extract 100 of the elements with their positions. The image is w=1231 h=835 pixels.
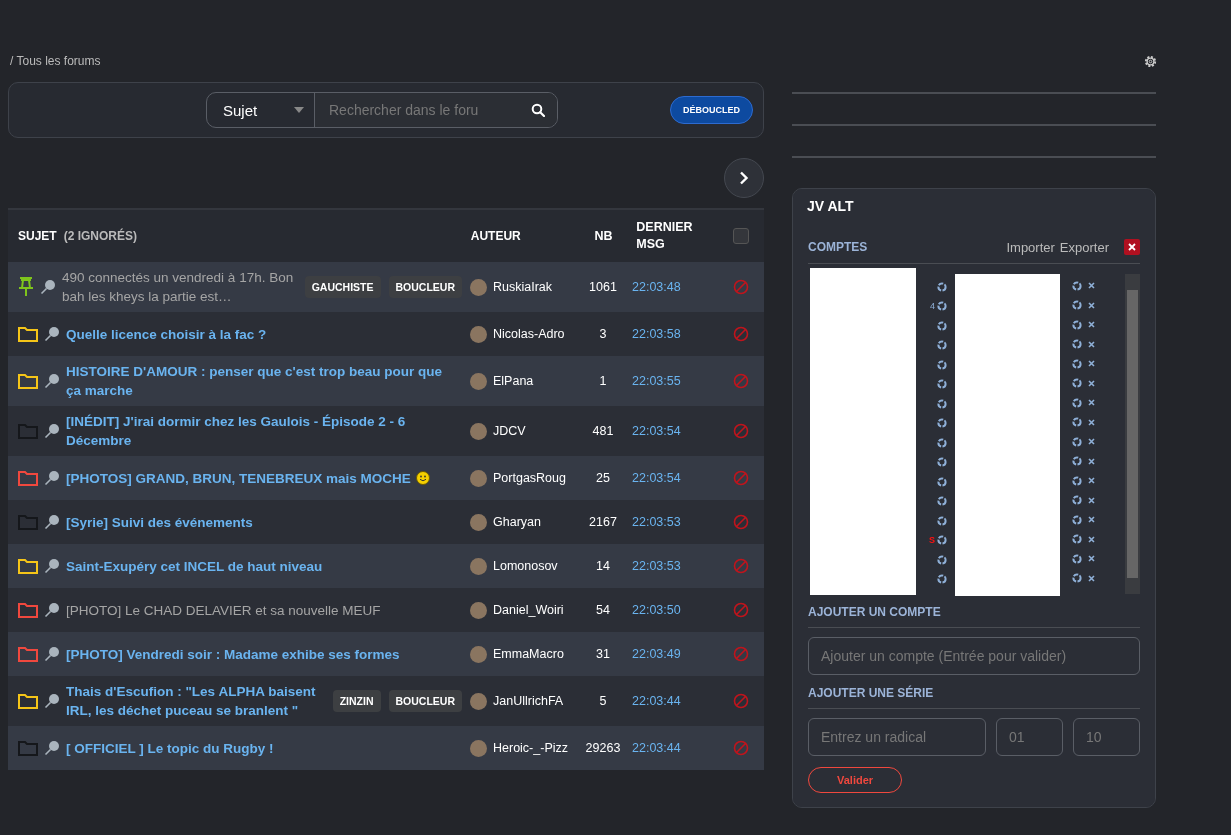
add-account-field[interactable]: Ajouter un compte (Entrée pour valider) bbox=[808, 637, 1140, 675]
refresh-icon[interactable] bbox=[937, 418, 947, 429]
topic-title-link[interactable]: Quelle licence choisir à la fac ? bbox=[66, 324, 267, 344]
last-message-time-link[interactable]: 22:03:55 bbox=[626, 374, 718, 388]
author-link[interactable]: JanUllrichFA bbox=[493, 694, 564, 708]
magnifier-icon[interactable] bbox=[44, 373, 60, 389]
refresh-icon[interactable] bbox=[937, 281, 947, 292]
magnifier-icon[interactable] bbox=[44, 646, 60, 662]
breadcrumb-link[interactable]: / Tous les forums bbox=[10, 54, 101, 68]
remove-icon[interactable] bbox=[1088, 555, 1095, 563]
author-link[interactable]: Heroic-_-Pizz bbox=[493, 741, 568, 755]
remove-icon[interactable] bbox=[1088, 438, 1095, 446]
topic-title-link[interactable]: [INÉDIT] J'irai dormir chez les Gaulois - Épisode 2 - 6 Décembre bbox=[66, 412, 458, 450]
refresh-icon[interactable] bbox=[1072, 514, 1082, 525]
author-link[interactable]: Lomonosov bbox=[493, 559, 558, 573]
topic-title-link[interactable]: [PHOTO] Vendredi soir : Madame exhibe ses formes bbox=[66, 644, 400, 664]
magnifier-icon[interactable] bbox=[44, 558, 60, 574]
remove-icon[interactable] bbox=[1088, 321, 1095, 329]
remove-icon[interactable] bbox=[1088, 516, 1095, 524]
refresh-icon[interactable] bbox=[937, 301, 947, 312]
remove-icon[interactable] bbox=[1088, 301, 1095, 309]
remove-icon[interactable] bbox=[1088, 399, 1095, 407]
magnifier-icon[interactable] bbox=[44, 514, 60, 530]
magnifier-icon[interactable] bbox=[44, 602, 60, 618]
author-link[interactable]: Daniel_Woiri bbox=[493, 603, 564, 617]
last-message-time-link[interactable]: 22:03:44 bbox=[626, 741, 718, 755]
remove-icon[interactable] bbox=[1088, 457, 1095, 465]
magnifier-icon[interactable] bbox=[44, 740, 60, 756]
remove-icon[interactable] bbox=[1088, 282, 1095, 290]
topic-title-link[interactable]: Saint-Exupéry cet INCEL de haut niveau bbox=[66, 556, 323, 576]
author-link[interactable]: RuskiaIrak bbox=[493, 280, 553, 294]
last-message-time-link[interactable]: 22:03:53 bbox=[626, 559, 718, 573]
refresh-icon[interactable] bbox=[937, 574, 947, 585]
scrollbar[interactable] bbox=[1125, 274, 1140, 594]
refresh-icon[interactable] bbox=[937, 496, 947, 507]
topic-title-link[interactable]: 490 connectés un vendredi à 17h. Bon bah les kheys la partie est… bbox=[62, 268, 305, 306]
refresh-icon[interactable] bbox=[1072, 397, 1082, 408]
last-message-time-link[interactable]: 22:03:53 bbox=[626, 515, 718, 529]
magnifier-icon[interactable] bbox=[44, 693, 60, 709]
author-link[interactable]: EmmaMacro bbox=[493, 647, 564, 661]
refresh-icon[interactable] bbox=[937, 554, 947, 565]
refresh-icon[interactable] bbox=[1072, 553, 1082, 564]
author-link[interactable]: PortgasRoug bbox=[493, 471, 566, 485]
refresh-icon[interactable] bbox=[1072, 495, 1082, 506]
topic-title-link[interactable]: [ OFFICIEL ] Le topic du Rugby ! bbox=[66, 738, 274, 758]
remove-icon[interactable] bbox=[1088, 535, 1095, 543]
magnifier-icon[interactable] bbox=[44, 326, 60, 342]
refresh-icon[interactable] bbox=[1072, 534, 1082, 545]
refresh-icon[interactable] bbox=[937, 515, 947, 526]
remove-icon[interactable] bbox=[1088, 379, 1095, 387]
refresh-icon[interactable] bbox=[937, 340, 947, 351]
last-message-time-link[interactable]: 22:03:49 bbox=[626, 647, 718, 661]
topic-title-link[interactable]: [PHOTO] Le CHAD DELAVIER et sa nouvelle MEUF bbox=[66, 600, 381, 620]
refresh-icon[interactable] bbox=[937, 437, 947, 448]
author-link[interactable]: Nicolas-Adro bbox=[493, 327, 565, 341]
refresh-icon[interactable] bbox=[1072, 573, 1082, 584]
remove-icon[interactable] bbox=[1088, 360, 1095, 368]
refresh-icon[interactable] bbox=[937, 457, 947, 468]
topic-title-link[interactable]: HISTOIRE D'AMOUR : penser que c'est trop beau pour que ça marche bbox=[66, 362, 458, 400]
refresh-icon[interactable] bbox=[937, 359, 947, 370]
select-all-checkbox[interactable] bbox=[733, 228, 750, 244]
magnifier-icon[interactable] bbox=[44, 470, 60, 486]
refresh-icon[interactable] bbox=[937, 320, 947, 331]
radical-field[interactable]: Entrez un radical bbox=[808, 718, 986, 756]
topic-title-link[interactable]: [Syrie] Suivi des événements bbox=[66, 512, 253, 532]
magnifier-icon[interactable] bbox=[44, 423, 60, 439]
remove-icon[interactable] bbox=[1088, 477, 1095, 485]
refresh-icon[interactable] bbox=[1072, 475, 1082, 486]
last-message-time-link[interactable]: 22:03:50 bbox=[626, 603, 718, 617]
export-link[interactable]: Exporter bbox=[1059, 239, 1109, 255]
series-start-field[interactable]: 01 bbox=[996, 718, 1063, 756]
refresh-icon[interactable] bbox=[937, 379, 947, 390]
refresh-icon[interactable] bbox=[1072, 378, 1082, 389]
deboucled-button[interactable]: DÉBOUCLED bbox=[670, 96, 753, 124]
settings-icon[interactable] bbox=[1143, 54, 1158, 69]
remove-icon[interactable] bbox=[1088, 418, 1095, 426]
refresh-icon[interactable] bbox=[937, 535, 947, 546]
refresh-icon[interactable] bbox=[1072, 358, 1082, 369]
refresh-icon[interactable] bbox=[937, 476, 947, 487]
remove-icon[interactable] bbox=[1088, 496, 1095, 504]
author-link[interactable]: Gharyan bbox=[493, 515, 541, 529]
scrollbar-thumb[interactable] bbox=[1127, 290, 1138, 578]
last-message-time-link[interactable]: 22:03:48 bbox=[626, 280, 718, 294]
last-message-time-link[interactable]: 22:03:54 bbox=[626, 471, 718, 485]
author-link[interactable]: ElPana bbox=[493, 374, 534, 388]
magnifier-icon[interactable] bbox=[40, 279, 56, 295]
refresh-icon[interactable] bbox=[937, 398, 947, 409]
topic-title-link[interactable]: [PHOTOS] GRAND, BRUN, TENEBREUX mais MOCHE bbox=[66, 468, 430, 488]
refresh-icon[interactable] bbox=[1072, 280, 1082, 291]
import-link[interactable]: Importer bbox=[1006, 239, 1055, 255]
author-link[interactable]: JDCV bbox=[493, 424, 526, 438]
remove-icon[interactable] bbox=[1088, 340, 1095, 348]
refresh-icon[interactable] bbox=[1072, 300, 1082, 311]
refresh-icon[interactable] bbox=[1072, 456, 1082, 467]
next-page-button[interactable] bbox=[724, 158, 764, 198]
refresh-icon[interactable] bbox=[1072, 417, 1082, 428]
last-message-time-link[interactable]: 22:03:58 bbox=[626, 327, 718, 341]
topic-title-link[interactable]: Thais d'Escufion : "Les ALPHA baisent IRL, les déchet puceau se branlent " bbox=[66, 682, 328, 720]
refresh-icon[interactable] bbox=[1072, 339, 1082, 350]
series-end-field[interactable]: 10 bbox=[1073, 718, 1140, 756]
